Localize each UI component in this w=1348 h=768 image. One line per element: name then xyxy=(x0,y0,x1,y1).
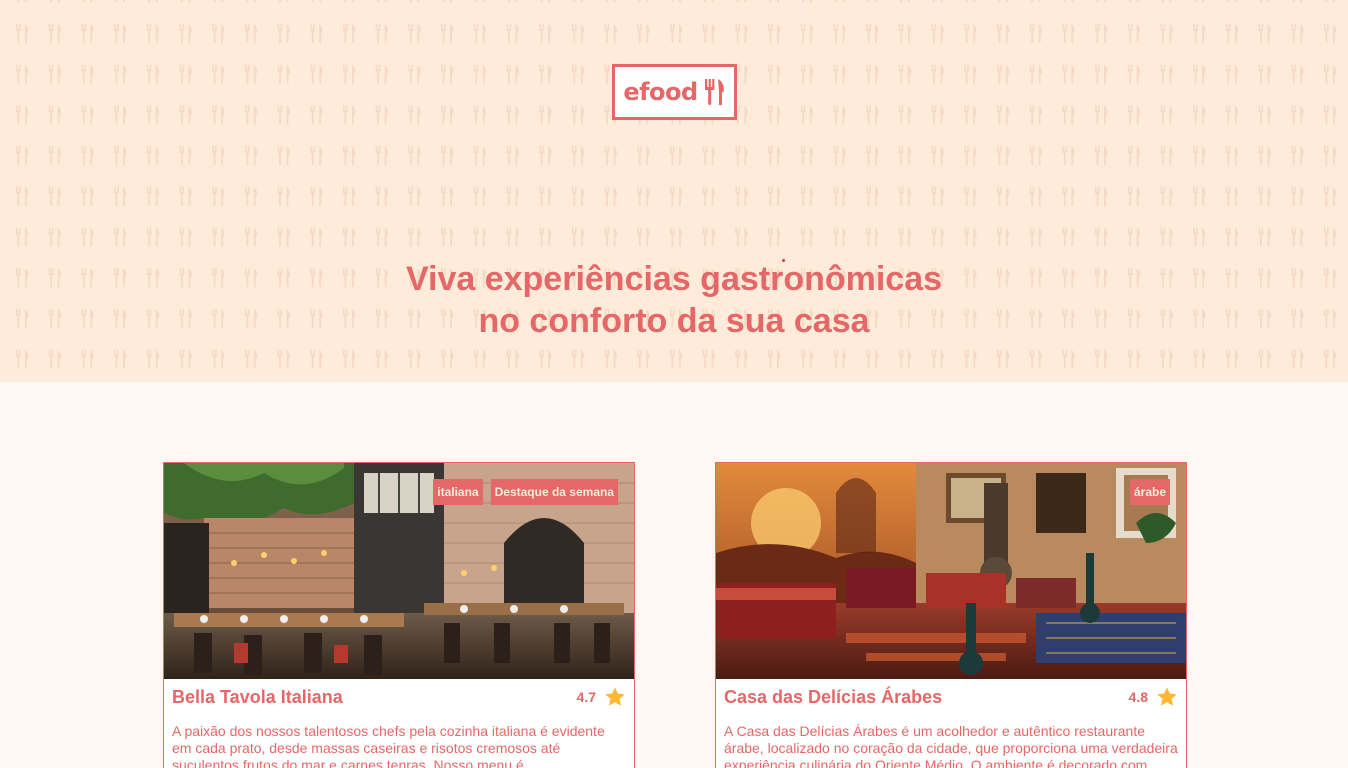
card-body: Bella Tavola Italiana 4.7 A paixão dos n… xyxy=(164,679,634,768)
rating-value: 4.8 xyxy=(1128,689,1148,705)
restaurant-description: A paixão dos nossos talentosos chefs pel… xyxy=(172,723,605,768)
rating-value: 4.7 xyxy=(576,689,596,705)
featured-tag: Destaque da semana xyxy=(490,479,618,505)
rating: 4.7 xyxy=(577,686,626,708)
tag-list: italiana Destaque da semana xyxy=(433,479,618,505)
restaurant-name[interactable]: Casa das Delícias Árabes xyxy=(724,687,942,708)
card-body: Casa das Delícias Árabes 4.8 A Casa das … xyxy=(716,679,1186,768)
star-icon xyxy=(1157,687,1177,706)
hero-header: efood Viva experiências gastronômicas no… xyxy=(0,0,1348,382)
hero-headline-line-2: no conforto da sua casa xyxy=(478,302,870,340)
tag-list: árabe xyxy=(1129,479,1170,505)
rating: 4.8 xyxy=(1129,686,1178,708)
logo-text: efood xyxy=(623,78,698,106)
fork-knife-icon xyxy=(704,79,724,105)
restaurant-card[interactable]: árabe Casa das Delícias Árabes 4.8 A Cas… xyxy=(715,462,1187,768)
restaurant-card[interactable]: italiana Destaque da semana Bella Tavola… xyxy=(163,462,635,768)
cuisine-tag: italiana xyxy=(433,479,483,505)
cuisine-tag: árabe xyxy=(1129,479,1170,505)
restaurant-photo: árabe xyxy=(715,462,1187,679)
restaurant-name[interactable]: Bella Tavola Italiana xyxy=(172,687,343,708)
hero-headline: Viva experiências gastronômicas no confo… xyxy=(0,258,1348,342)
restaurant-photo: italiana Destaque da semana xyxy=(163,462,635,679)
star-icon xyxy=(605,687,625,706)
hero-headline-line-1: Viva experiências gastronômicas xyxy=(405,260,943,298)
efood-logo[interactable]: efood xyxy=(612,64,737,120)
restaurant-description: A Casa das Delícias Árabes é um acolhedo… xyxy=(724,723,1178,768)
